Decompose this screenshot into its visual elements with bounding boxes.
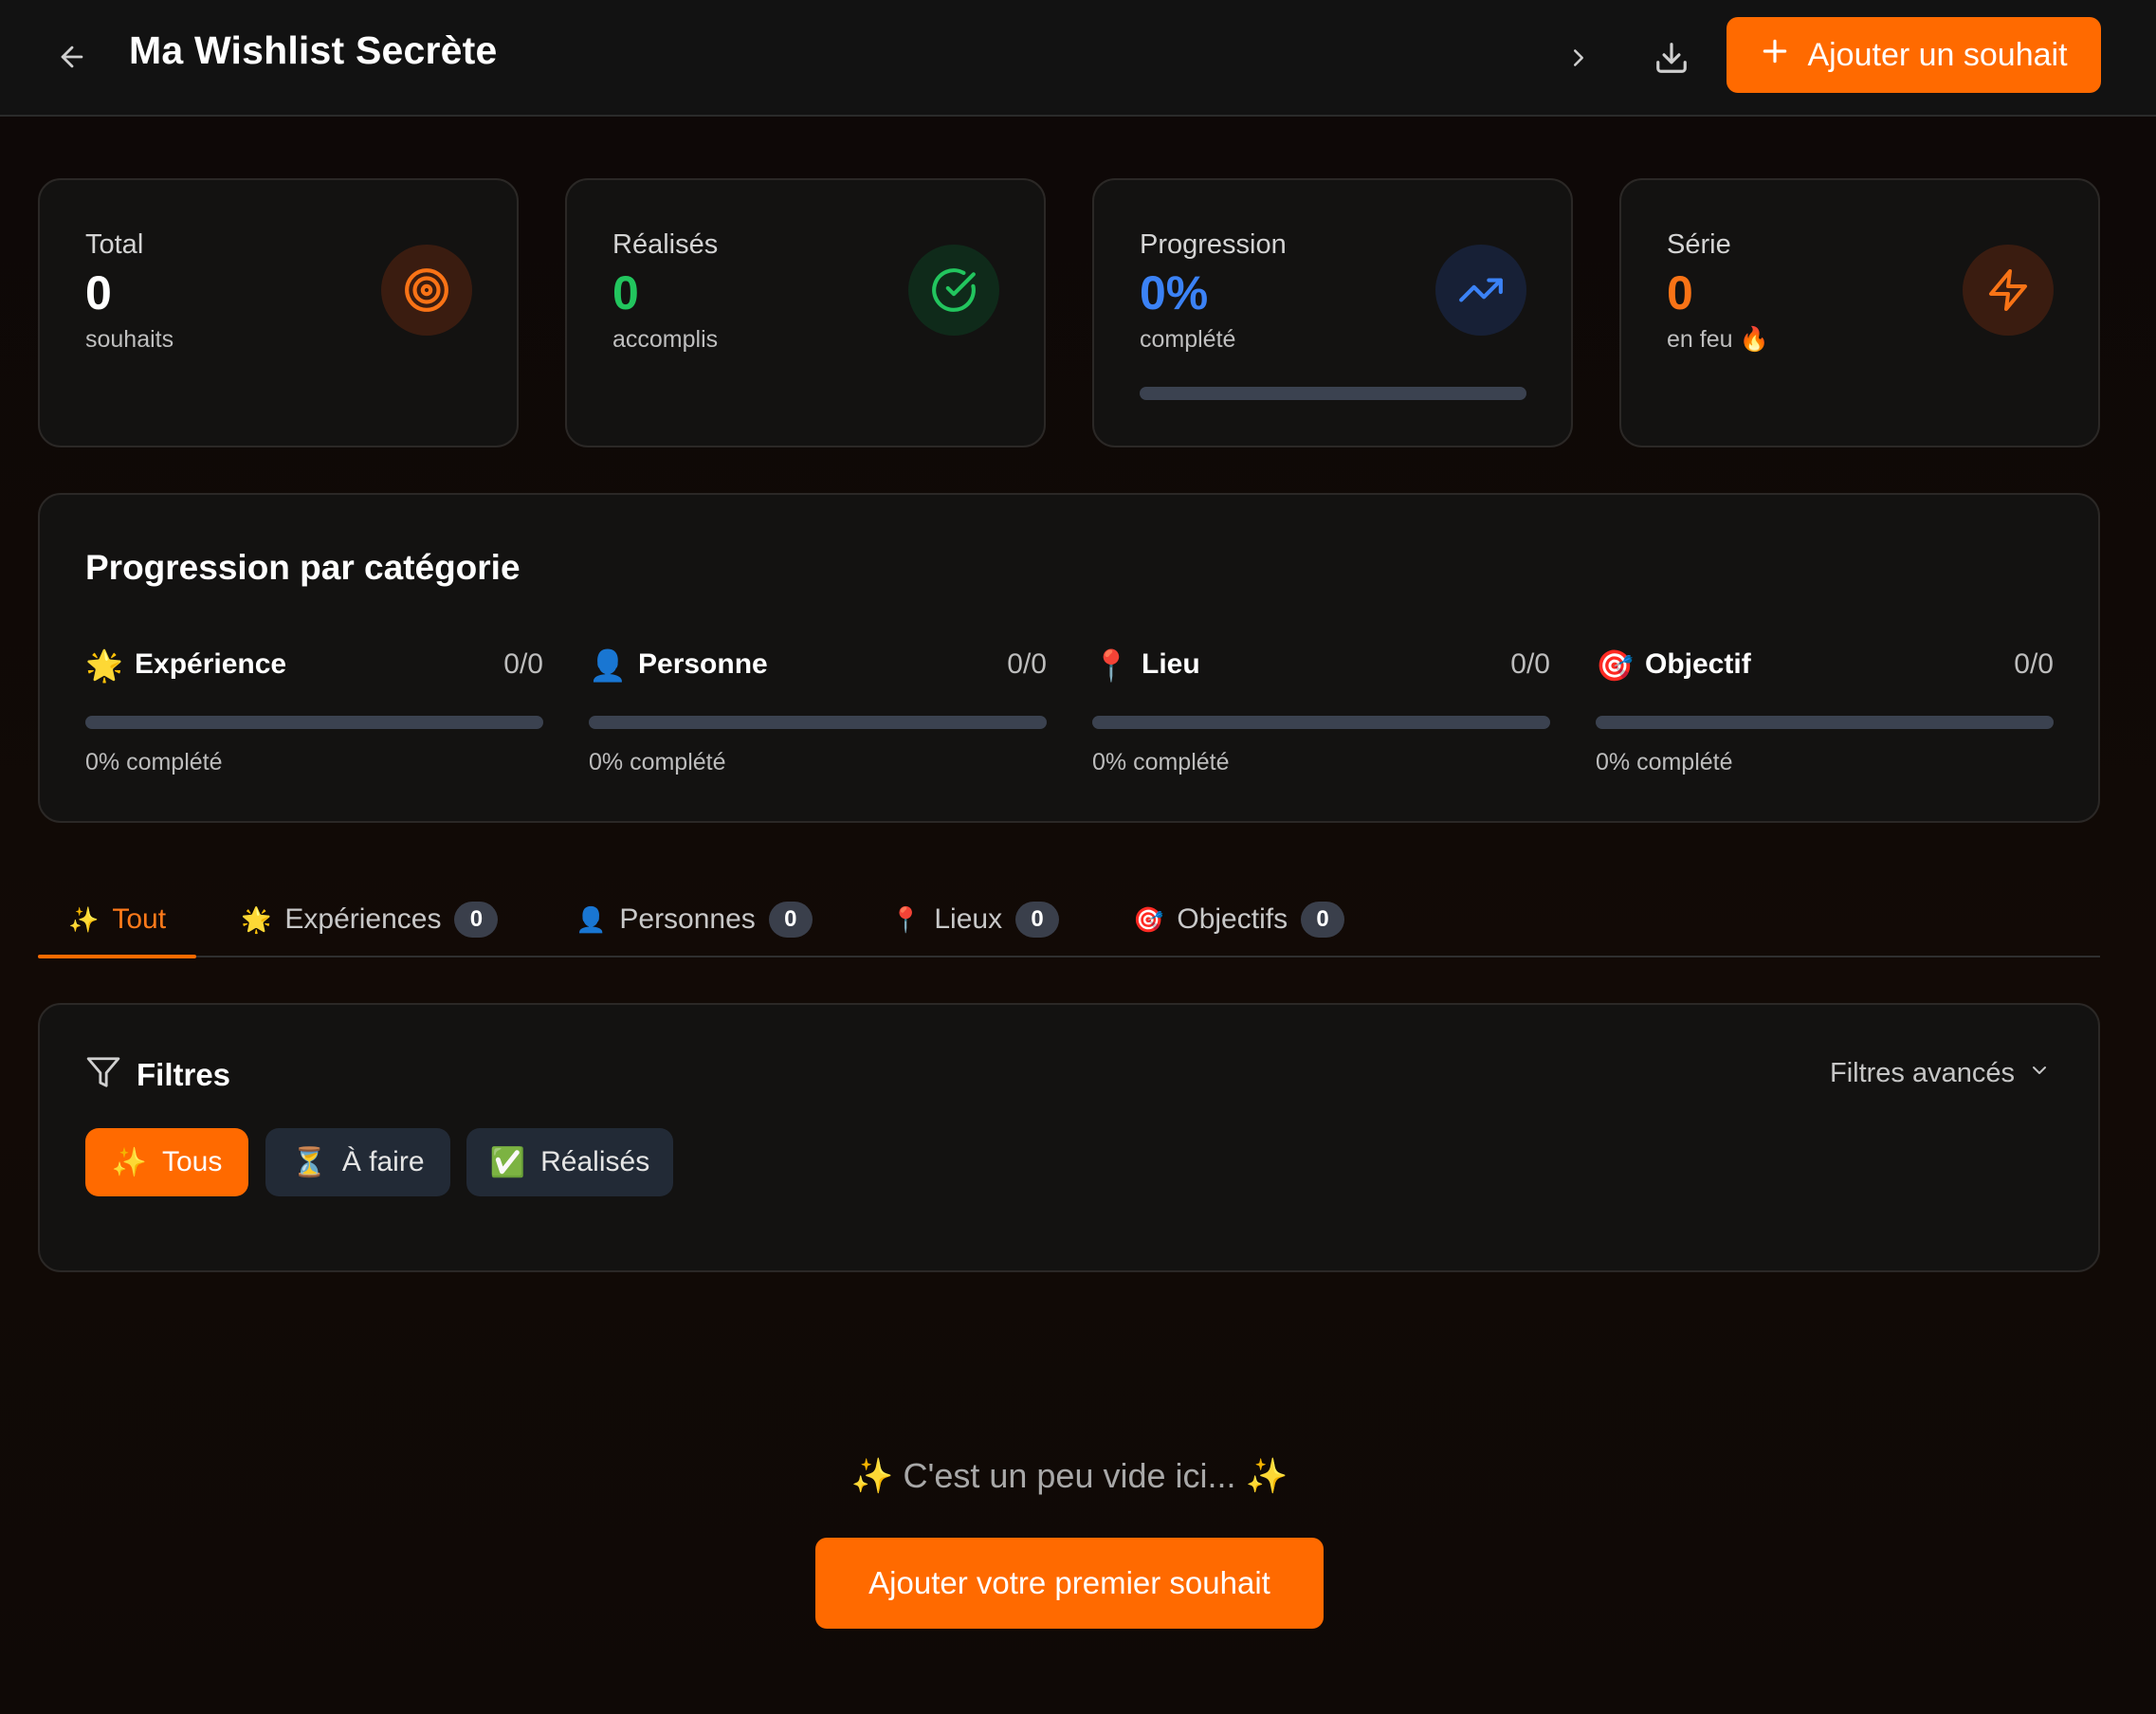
category-count: 0/0: [1007, 648, 1047, 680]
category-progress-panel: Progression par catégorie 🌟 Expérience 0…: [38, 493, 2100, 823]
tab-label: Personnes: [619, 903, 756, 935]
tab-all[interactable]: ✨ Tout: [68, 882, 166, 957]
category-progress-bar: [589, 716, 1047, 729]
stat-label: Total: [85, 229, 144, 260]
stat-value: 0: [85, 266, 112, 319]
sparkles-icon: ✨: [68, 904, 100, 934]
category-percent: 0% complété: [1092, 749, 1230, 775]
category-progress-bar: [1596, 716, 2054, 729]
target-icon: [381, 245, 472, 336]
app-header: Ma Wishlist Secrète Ajouter un souhait: [0, 0, 2156, 117]
chevron-down-icon: [2028, 1058, 2051, 1089]
tab-places[interactable]: 📍 Lieux 0: [890, 882, 1060, 957]
category-tabs: ✨ Tout 🌟 Expériences 0 👤 Personnes 0 📍 L…: [38, 882, 2100, 958]
check-box-icon: ✅: [489, 1146, 526, 1178]
category-progress-bar: [85, 716, 543, 729]
stat-value: 0: [1667, 266, 1693, 319]
tab-experiences[interactable]: 🌟 Expériences 0: [241, 882, 499, 957]
stat-card-total: Total 0 souhaits: [38, 178, 519, 447]
stat-card-progress: Progression 0% complété: [1092, 178, 1573, 447]
pin-icon: 📍: [1092, 648, 1130, 683]
filter-chip-done[interactable]: ✅ Réalisés: [466, 1128, 673, 1196]
stat-label: Réalisés: [612, 229, 719, 260]
category-item: 👤 Personne 0/0 0% complété: [589, 647, 1047, 798]
trending-up-icon: [1435, 245, 1526, 336]
tab-label: Lieux: [934, 903, 1003, 935]
category-percent: 0% complété: [589, 749, 726, 775]
category-name: Lieu: [1142, 648, 1200, 680]
category-count: 0/0: [2014, 648, 2054, 680]
stat-card-done: Réalisés 0 accomplis: [565, 178, 1046, 447]
pin-icon: 📍: [890, 904, 922, 934]
filters-header: Filtres: [85, 1054, 230, 1095]
page-title: Ma Wishlist Secrète: [129, 28, 498, 72]
bullseye-icon: 🎯: [1596, 648, 1634, 683]
count-badge: 0: [1015, 902, 1060, 938]
category-item: 📍 Lieu 0/0 0% complété: [1092, 647, 1550, 798]
category-percent: 0% complété: [1596, 749, 1733, 775]
stat-sub: souhaits: [85, 326, 174, 353]
category-name: Expérience: [135, 648, 287, 680]
stat-sub: complété: [1140, 326, 1236, 353]
stat-card-streak: Série 0 en feu 🔥: [1619, 178, 2100, 447]
download-icon[interactable]: [1646, 32, 1697, 83]
advanced-filters-toggle[interactable]: Filtres avancés: [1830, 1058, 2051, 1089]
stat-sub: en feu 🔥: [1667, 326, 1769, 353]
category-item: 🎯 Objectif 0/0 0% complété: [1596, 647, 2054, 798]
count-badge: 0: [1301, 902, 1345, 938]
check-circle-icon: [908, 245, 999, 336]
stat-value: 0: [612, 266, 639, 319]
tab-label: Tout: [112, 903, 167, 935]
star-icon: 🌟: [85, 648, 123, 683]
filters-title: Filtres: [137, 1056, 231, 1092]
filter-chip-all[interactable]: ✨ Tous: [85, 1128, 248, 1196]
count-badge: 0: [768, 902, 813, 938]
category-name: Personne: [638, 648, 768, 680]
progress-bar: [1140, 387, 1526, 400]
stat-value: 0%: [1140, 266, 1209, 319]
stat-label: Progression: [1140, 229, 1287, 260]
empty-state-message: ✨ C'est un peu vide ici... ✨: [850, 1456, 1288, 1495]
category-name: Objectif: [1645, 648, 1751, 680]
tab-persons[interactable]: 👤 Personnes 0: [576, 882, 813, 957]
filters-panel: Filtres Filtres avancés ✨ Tous ⏳ À faire…: [38, 1003, 2100, 1272]
back-arrow-icon[interactable]: [49, 34, 95, 80]
filter-chip-todo[interactable]: ⏳ À faire: [265, 1128, 450, 1196]
star-icon: 🌟: [241, 904, 272, 934]
category-count: 0/0: [1510, 648, 1550, 680]
sparkles-icon: ✨: [111, 1146, 147, 1178]
stat-sub: accomplis: [612, 326, 719, 353]
section-title: Progression par catégorie: [85, 548, 521, 587]
advanced-filters-label: Filtres avancés: [1829, 1058, 2015, 1088]
chip-label: Tous: [161, 1146, 223, 1177]
person-icon: 👤: [576, 904, 607, 934]
category-progress-bar: [1092, 716, 1550, 729]
category-count: 0/0: [503, 648, 543, 680]
hourglass-icon: ⏳: [291, 1146, 327, 1178]
add-wish-button-label: Ajouter un souhait: [1807, 36, 2068, 73]
person-icon: 👤: [589, 648, 627, 683]
bullseye-icon: 🎯: [1133, 904, 1164, 934]
add-first-wish-button[interactable]: Ajouter votre premier souhait: [815, 1538, 1324, 1629]
chevron-right-icon[interactable]: [1555, 34, 1602, 82]
chip-label: Réalisés: [540, 1146, 650, 1177]
count-badge: 0: [454, 902, 499, 938]
chip-label: À faire: [341, 1146, 425, 1177]
tab-goals[interactable]: 🎯 Objectifs 0: [1133, 882, 1345, 957]
category-item: 🌟 Expérience 0/0 0% complété: [85, 647, 543, 798]
tab-label: Expériences: [284, 903, 442, 935]
lightning-icon: [1963, 245, 2054, 336]
funnel-icon: [85, 1054, 121, 1095]
tab-label: Objectifs: [1177, 903, 1288, 935]
stat-label: Série: [1667, 229, 1731, 260]
category-percent: 0% complété: [85, 749, 223, 775]
add-wish-button[interactable]: Ajouter un souhait: [1727, 17, 2101, 93]
active-tab-indicator: [38, 955, 196, 958]
plus-icon: [1760, 36, 1790, 75]
